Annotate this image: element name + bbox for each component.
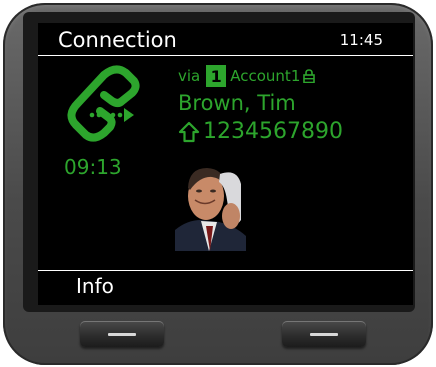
caller-name: Brown, Tim [178, 91, 296, 115]
account-info: via 1 Account1 [178, 65, 316, 87]
caller-number: 1234567890 [203, 119, 343, 144]
outgoing-call-icon [67, 65, 140, 142]
via-label: via [178, 67, 201, 85]
header-divider [38, 55, 413, 56]
caller-number-row: 1234567890 [178, 119, 343, 144]
page-title: Connection [58, 28, 177, 52]
account-number-badge: 1 [206, 65, 227, 87]
account-name: Account1 [230, 67, 301, 85]
call-duration: 09:13 [64, 155, 122, 179]
softkey-info-label: Info [76, 274, 114, 298]
softkey-divider [38, 270, 413, 271]
minus-icon [108, 333, 136, 336]
lock-icon [303, 69, 316, 83]
clock: 11:45 [339, 31, 383, 49]
right-softkey-button[interactable] [282, 321, 366, 347]
minus-icon [310, 333, 338, 336]
home-icon [178, 121, 200, 142]
left-softkey-button[interactable] [80, 321, 164, 347]
phone-display: Connection 11:45 via 1 Account1 Brown, T… [38, 23, 413, 305]
caller-photo [175, 160, 246, 251]
